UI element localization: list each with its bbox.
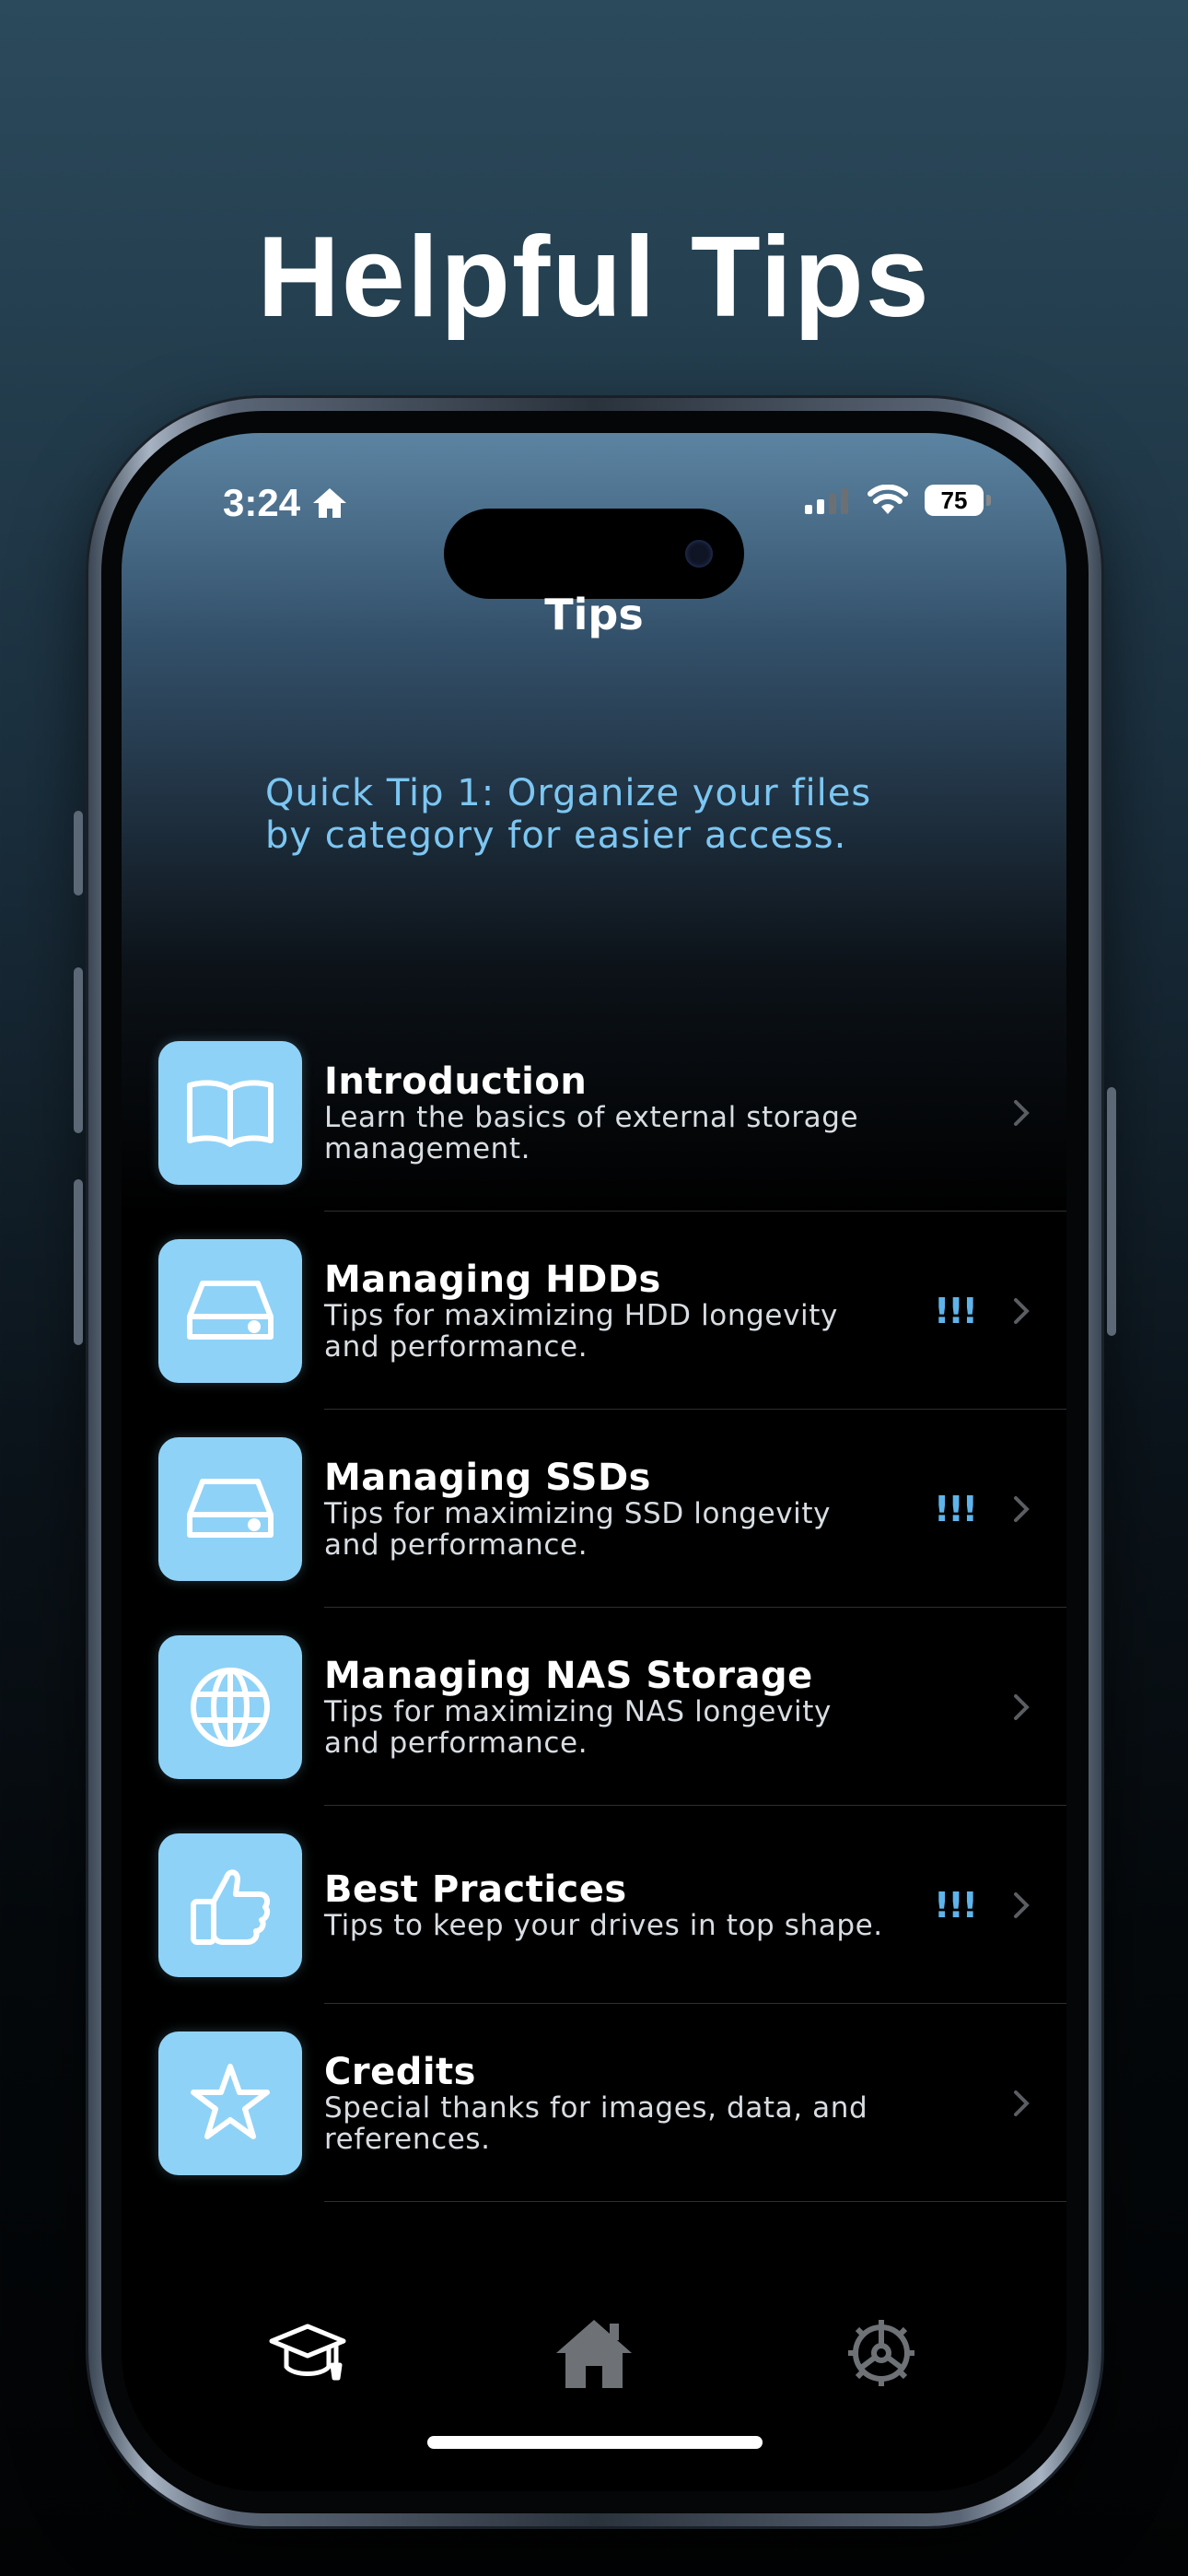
nav-title: Tips — [544, 590, 644, 639]
item-subtitle: Tips for maximizing NAS longevity and pe… — [324, 1694, 832, 1760]
action-button — [74, 811, 83, 896]
chevron-right-icon — [1014, 1099, 1030, 1126]
promo-headline: Helpful Tips — [257, 214, 931, 341]
globe-icon — [158, 1634, 302, 1779]
cellular-signal-icon — [805, 488, 848, 514]
status-indicators: 75 — [803, 485, 991, 516]
status-bar: 3:24 75 — [122, 481, 1066, 599]
time-label: 3:24 — [223, 481, 301, 524]
home-status-icon — [313, 488, 347, 518]
item-subtitle: Learn the basics of external storage man… — [324, 1100, 859, 1165]
volume-up-button — [74, 967, 83, 1133]
power-button — [1107, 1087, 1116, 1336]
item-title: Managing NAS Storage — [324, 1654, 813, 1697]
book-icon — [158, 1040, 302, 1185]
status-time: 3:24 — [223, 481, 348, 525]
battery-icon: 75 — [925, 485, 991, 516]
chevron-right-icon — [1014, 2090, 1030, 2116]
list-item-credits[interactable]: Credits Special thanks for images, data,… — [158, 2004, 1066, 2202]
item-subtitle: Tips for maximizing SSD longevity and pe… — [324, 1496, 832, 1562]
alert-badge: !!! — [934, 1290, 978, 1331]
tab-tips[interactable] — [262, 2307, 354, 2399]
item-title: Managing SSDs — [324, 1456, 651, 1499]
chevron-right-icon — [1014, 1495, 1030, 1522]
phone-screen: 3:24 75 Tips Quick Tip 1: Organize your … — [122, 433, 1066, 2491]
alert-badge: !!! — [934, 1488, 978, 1529]
item-title: Introduction — [324, 1060, 588, 1103]
tab-bar — [122, 2307, 1066, 2399]
chevron-right-icon — [1014, 1891, 1030, 1918]
list-item-best-practices[interactable]: Best Practices Tips to keep your drives … — [158, 1806, 1066, 2004]
list-item-managing-ssds[interactable]: Managing SSDs Tips for maximizing SSD lo… — [158, 1410, 1066, 1608]
home-indicator[interactable] — [427, 2436, 763, 2449]
item-subtitle: Special thanks for images, data, and ref… — [324, 2090, 868, 2156]
item-title: Credits — [324, 2050, 476, 2093]
chevron-right-icon — [1014, 1297, 1030, 1324]
gear-icon — [848, 2320, 914, 2386]
item-title: Best Practices — [324, 1868, 627, 1911]
tab-settings[interactable] — [835, 2307, 927, 2399]
list-item-managing-hdds[interactable]: Managing HDDs Tips for maximizing HDD lo… — [158, 1212, 1066, 1410]
wifi-icon — [868, 485, 908, 514]
dynamic-island — [444, 509, 744, 599]
alert-badge: !!! — [934, 1884, 978, 1926]
star-icon — [158, 2031, 302, 2175]
tips-list: Introduction Learn the basics of externa… — [158, 1013, 1066, 2202]
tab-home[interactable] — [548, 2307, 640, 2399]
volume-down-button — [74, 1179, 83, 1345]
drive-icon — [158, 1238, 302, 1383]
list-item-managing-nas-storage[interactable]: Managing NAS Storage Tips for maximizing… — [158, 1608, 1066, 1806]
item-title: Managing HDDs — [324, 1258, 661, 1301]
item-subtitle: Tips to keep your drives in top shape. — [324, 1908, 883, 1942]
quick-tip-text: Quick Tip 1: Organize your files by cate… — [265, 772, 872, 857]
item-subtitle: Tips for maximizing HDD longevity and pe… — [324, 1298, 838, 1364]
chevron-right-icon — [1014, 1693, 1030, 1720]
thumbs-up-icon — [158, 1832, 302, 1977]
list-item-introduction[interactable]: Introduction Learn the basics of externa… — [158, 1013, 1066, 1212]
house-icon — [556, 2320, 632, 2388]
graduation-cap-icon — [269, 2324, 346, 2381]
drive-icon — [158, 1436, 302, 1581]
